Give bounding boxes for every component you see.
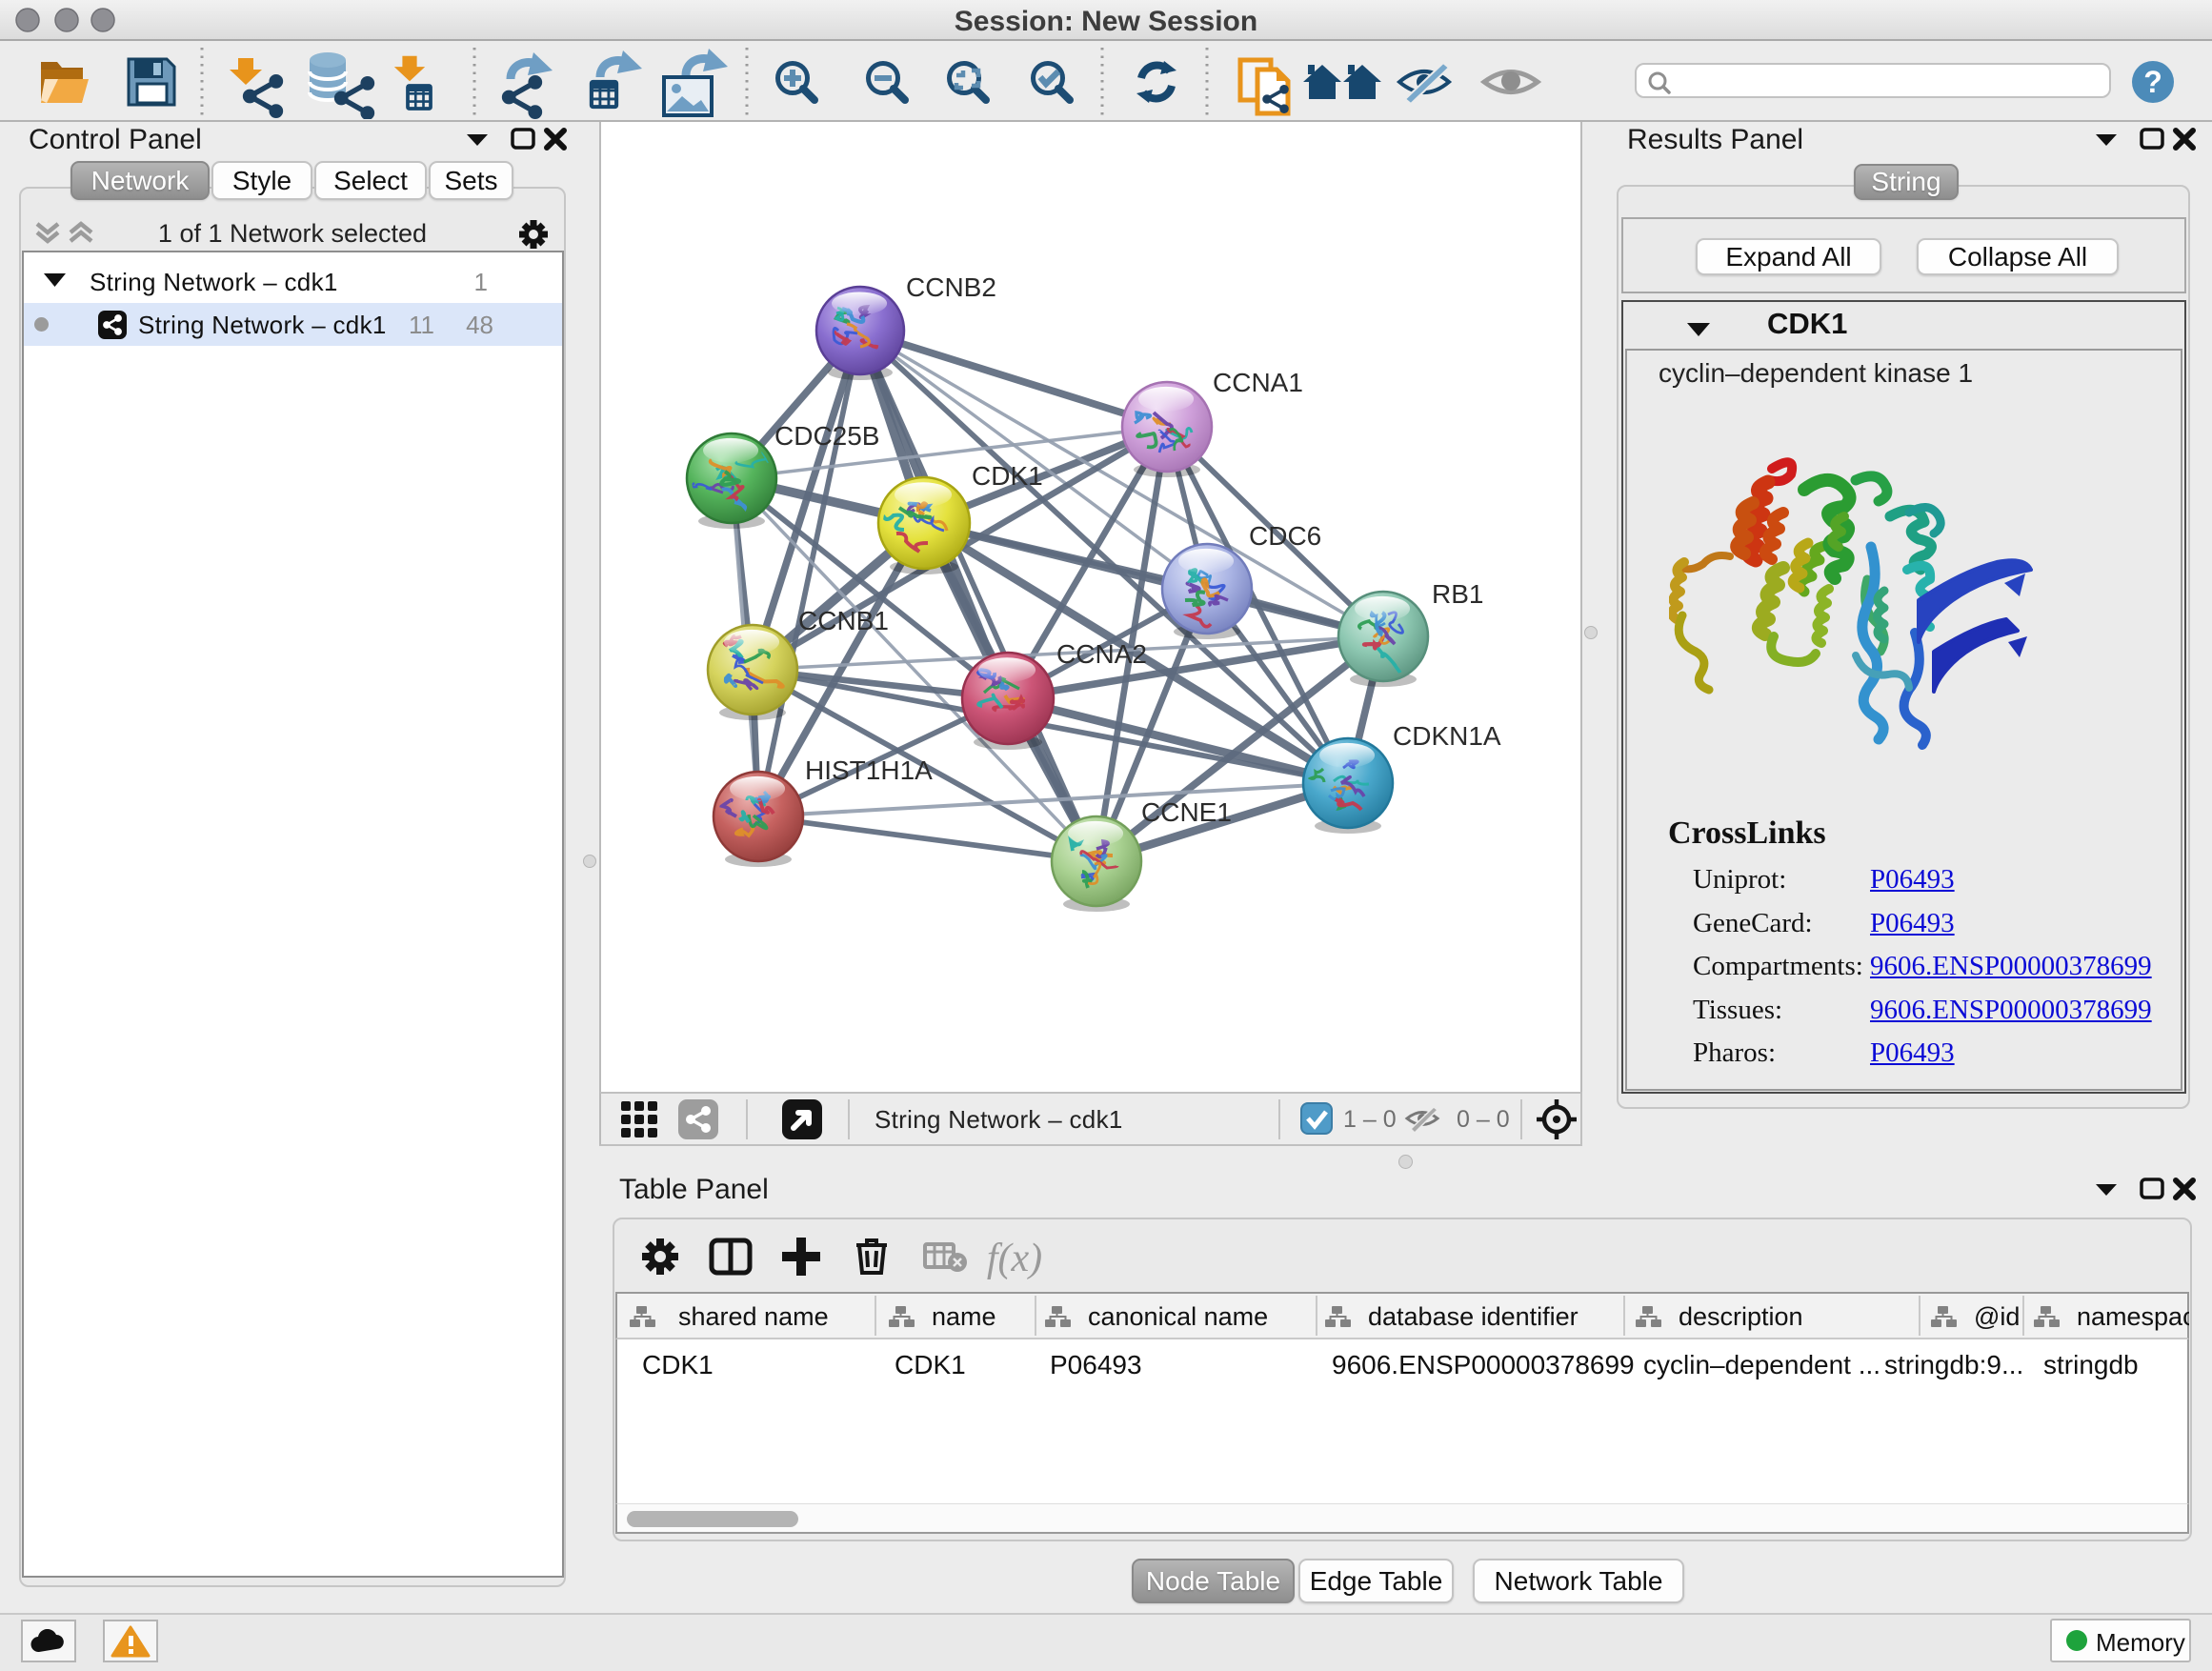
svg-text:CDK1: CDK1 [642,1350,714,1379]
svg-text:P06493: P06493 [1050,1350,1142,1379]
svg-text:0 – 0: 0 – 0 [1457,1106,1510,1133]
svg-text:RB1: RB1 [1432,579,1483,609]
svg-text:CDC25B: CDC25B [774,421,879,451]
svg-text:CDC6: CDC6 [1249,521,1321,551]
svg-text:description: description [1679,1302,1803,1331]
svg-text:canonical name: canonical name [1088,1302,1268,1331]
svg-text:namespace: namespace [2077,1302,2189,1331]
svg-text:CDKN1A: CDKN1A [1393,721,1501,751]
svg-text:shared name: shared name [678,1302,829,1331]
svg-text:cyclin–dependent ...: cyclin–dependent ... [1643,1350,1880,1379]
svg-text:database identifier: database identifier [1368,1302,1579,1331]
svg-text:f(x): f(x) [987,1237,1042,1280]
svg-text:CCNA1: CCNA1 [1213,368,1303,397]
svg-text:1 – 0: 1 – 0 [1343,1106,1397,1133]
svg-text:name: name [932,1302,996,1331]
svg-text:CDK1: CDK1 [895,1350,966,1379]
svg-text:@id: @id [1974,1302,2020,1331]
svg-text:HIST1H1A: HIST1H1A [805,755,933,785]
svg-text:CDK1: CDK1 [972,461,1043,491]
svg-text:stringdb: stringdb [2043,1350,2139,1379]
svg-text:stringdb:9...: stringdb:9... [1884,1350,2023,1379]
svg-text:CCNE1: CCNE1 [1141,797,1232,827]
svg-text:9606.ENSP00000378699: 9606.ENSP00000378699 [1332,1350,1635,1379]
svg-text:CCNA2: CCNA2 [1056,639,1147,669]
svg-text:String Network – cdk1: String Network – cdk1 [875,1105,1123,1134]
svg-text:CCNB2: CCNB2 [906,272,996,302]
svg-text:CCNB1: CCNB1 [798,606,889,635]
